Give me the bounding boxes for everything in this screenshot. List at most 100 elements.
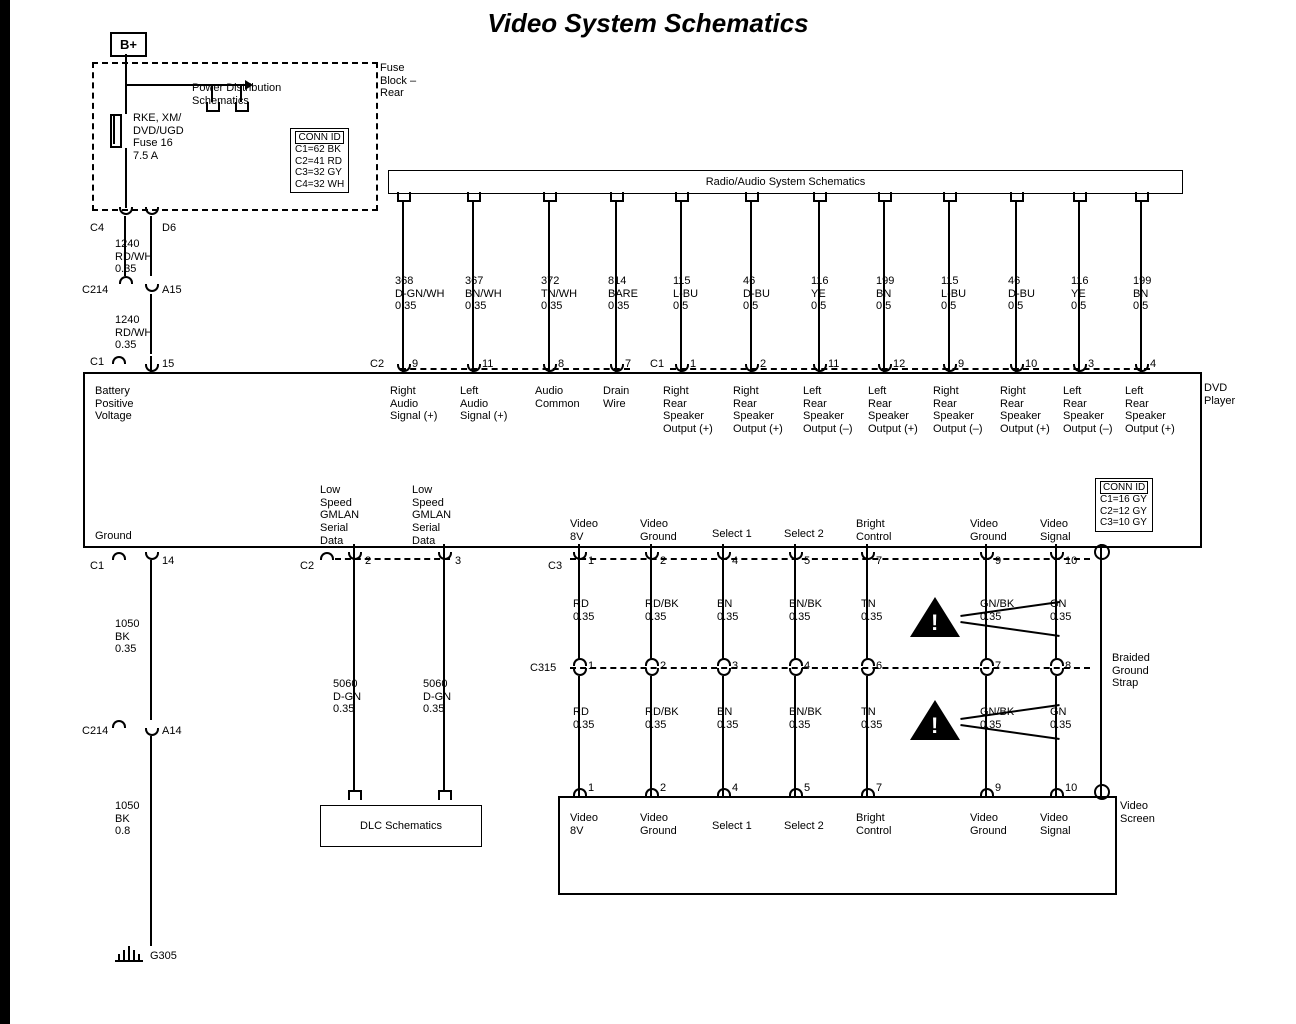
bright-label: Bright Control [856,518,891,543]
c214-label: C214 [82,284,108,297]
lr-spk-n2-label: Left Rear Speaker Output (–) [1063,385,1113,436]
fuse-spec: RKE, XM/ DVD/UGD Fuse 16 7.5 A [133,112,184,163]
video-pin-bot: 2 [660,782,666,795]
video-screen-box [558,796,1117,895]
a15-label: A15 [162,284,182,297]
video-wire-lbl2: BN/BK 0.35 [789,706,822,731]
fuse-icon [110,114,122,148]
radio-wire-label: 368 D-GN/WH 0.35 [395,275,445,313]
video-wire-lbl2: RD 0.35 [573,706,594,731]
c1-label-radio: C1 [650,358,664,371]
wire-1240-2: 1240 RD/WH 0.35 [115,314,152,352]
video-pin-bot: 7 [876,782,882,795]
video-pin-mid: 8 [1065,660,1071,673]
radio-wire-label: 115 L-BU 0.5 [673,275,698,313]
gmlan1-label: Low Speed GMLAN Serial Data [320,484,359,547]
vs-video-ground2: Video Ground [970,812,1007,837]
video-pin-bot: 4 [732,782,738,795]
radio-audio-header: Radio/Audio System Schematics [388,170,1183,194]
fuse-block-label: Fuse Block – Rear [380,62,416,100]
video-pin-bot: 9 [995,782,1001,795]
video-pin-top: 2 [660,555,666,568]
video-ground1-label: Video Ground [640,518,677,543]
video-signal-label: Video Signal [1040,518,1071,543]
video-pin-mid: 2 [660,660,666,673]
schematic-page: Video System Schematics B+ Fuse Block – … [0,0,1296,1024]
c2-label-radio: C2 [370,358,384,371]
video-pin-bot: 10 [1065,782,1077,795]
video-pin-mid: 1 [588,660,594,673]
video-wire-lbl1: BN/BK 0.35 [789,598,822,623]
rr-spk-n-label: Right Rear Speaker Output (–) [933,385,983,436]
video-wire-lbl1: RD 0.35 [573,598,594,623]
dvd-player-label: DVD Player [1204,382,1235,407]
video-wire-lbl1: BN 0.35 [717,598,738,623]
pin15-label: 15 [162,358,174,371]
conn-id2-header: CONN ID [1100,481,1148,494]
conn-id-lines: C1=62 BK C2=41 RD C3=32 GY C4=32 WH [295,144,344,190]
conn-id-box: CONN ID C1=62 BK C2=41 RD C3=32 GY C4=32… [290,128,349,193]
radio-wire-label: 372 TN/WH 0.35 [541,275,577,313]
video-pin-mid: 7 [995,660,1001,673]
video-wire-lbl1: RD/BK 0.35 [645,598,679,623]
lr-spk-n-label: Left Rear Speaker Output (–) [803,385,853,436]
drain-wire-label: Drain Wire [603,385,629,410]
vs-select2: Select 2 [784,820,824,833]
c1-label-top: C1 [90,356,104,369]
video-pin-top: 10 [1065,555,1077,568]
video8v-label: Video 8V [570,518,598,543]
d6-label: D6 [162,222,176,235]
c1-label-ground: C1 [90,560,104,573]
video-pin-top: 7 [876,555,882,568]
page-title: Video System Schematics [0,8,1296,39]
audio-common-label: Audio Common [535,385,580,410]
gmlan2-label: Low Speed GMLAN Serial Data [412,484,451,547]
circle-terminal-icon [1094,544,1110,560]
wire-1050-2: 1050 BK 0.8 [115,800,139,838]
c4-label: C4 [90,222,104,235]
ground-icon [118,946,140,960]
c3-label: C3 [548,560,562,573]
video-screen-label: Video Screen [1120,800,1155,825]
video-pin-top: 1 [588,555,594,568]
vs-video-ground: Video Ground [640,812,677,837]
gmlan-wire2: 5060 D-GN 0.35 [423,678,451,716]
pin2-label: 2 [365,555,371,568]
lr-spk-p2-label: Left Rear Speaker Output (+) [1125,385,1175,436]
vs-video-signal: Video Signal [1040,812,1071,837]
c214-label-2: C214 [82,725,108,738]
warning-icon-2: ! [910,700,960,740]
rr-spk-3-label: Right Rear Speaker Output (+) [1000,385,1050,436]
vs-video8v: Video 8V [570,812,598,837]
video-pin-top: 9 [995,555,1001,568]
radio-wire-pin: 4 [1150,358,1156,371]
b-plus-terminal: B+ [110,32,147,57]
right-audio-label: Right Audio Signal (+) [390,385,437,423]
video-wire-lbl2: GN 0.35 [1050,706,1071,731]
pin3-label: 3 [455,555,461,568]
vs-select1: Select 1 [712,820,752,833]
video-pin-bot: 1 [588,782,594,795]
radio-wire-label: 367 BN/WH 0.35 [465,275,502,313]
video-pin-mid: 6 [876,660,882,673]
braided-label: Braided Ground Strap [1112,652,1150,690]
video-ground2-label: Video Ground [970,518,1007,543]
battery-pos-label: Battery Positive Voltage [95,385,134,423]
rr-spk-2-label: Right Rear Speaker Output (+) [733,385,783,436]
radio-wire-label: 814 BARE 0.35 [608,275,638,313]
radio-wire-label: 116 YE 0.5 [811,275,829,313]
conn-id2-box: CONN ID C1=16 GY C2=12 GY C3=10 GY [1095,478,1153,532]
select1-label: Select 1 [712,528,752,541]
c2-label-gmlan: C2 [300,560,314,573]
gmlan-wire1: 5060 D-GN 0.35 [333,678,361,716]
video-pin-bot: 5 [804,782,810,795]
radio-wire-label: 199 BN 0.5 [876,275,894,313]
arrow-icon [245,80,253,90]
left-audio-label: Left Audio Signal (+) [460,385,507,423]
warning-icon: ! [910,597,960,637]
video-pin-mid: 4 [804,660,810,673]
video-wire-lbl1: TN 0.35 [861,598,882,623]
conn-id2-lines: C1=16 GY C2=12 GY C3=10 GY [1100,494,1148,529]
wire-1240-1: 1240 RD/WH 0.35 [115,238,152,276]
select2-label: Select 2 [784,528,824,541]
